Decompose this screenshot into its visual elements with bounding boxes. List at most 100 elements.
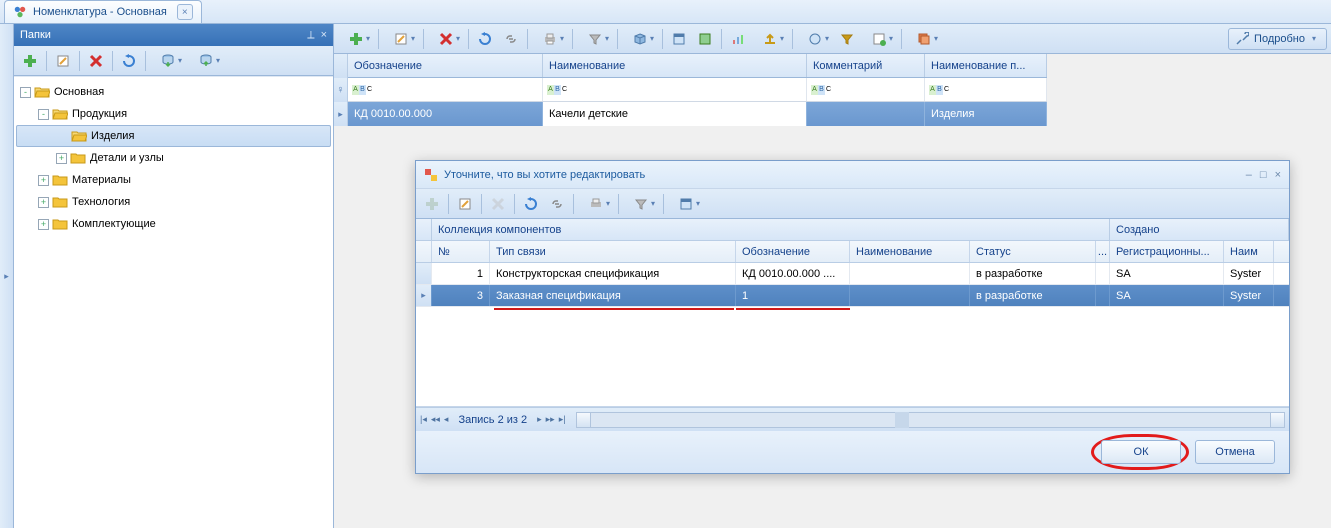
- tab-close-button[interactable]: ×: [177, 4, 193, 20]
- filter-c4[interactable]: ABC: [925, 78, 1047, 101]
- panel-close-icon[interactable]: ×: [321, 29, 327, 42]
- refresh-button[interactable]: [519, 192, 543, 216]
- tree-node-label: Изделия: [91, 130, 134, 142]
- col-reg[interactable]: Регистрационны...: [1110, 241, 1224, 262]
- add-button[interactable]: [338, 27, 374, 51]
- col-oboznachenie[interactable]: Обозначение: [348, 54, 543, 77]
- dialog-pager: |◂ ◂◂ ◂ Запись 2 из 2 ▸ ▸▸ ▸|: [416, 407, 1289, 431]
- panel-expand-left[interactable]: ▸: [0, 24, 14, 528]
- col-naimenovanie-p[interactable]: Наименование п...: [925, 54, 1047, 77]
- upload-button[interactable]: [752, 27, 788, 51]
- col-no[interactable]: №: [432, 241, 490, 262]
- scroll-right[interactable]: [1270, 413, 1284, 427]
- cell: 3: [432, 285, 490, 306]
- cell: в разработке: [970, 285, 1096, 306]
- cube-button[interactable]: [622, 27, 658, 51]
- dialog-icon: [424, 168, 438, 182]
- tree-node[interactable]: +Детали и узлы: [16, 147, 331, 169]
- row-indicator-header: [334, 54, 348, 78]
- col-naim[interactable]: Наименование: [850, 241, 970, 262]
- grid-filter-row: ABC ABC ABC ABC: [348, 78, 1047, 102]
- expand-toggle[interactable]: +: [38, 175, 49, 186]
- tree-node[interactable]: -Продукция: [16, 103, 331, 125]
- print-button[interactable]: [578, 192, 614, 216]
- refresh-button[interactable]: [473, 27, 497, 51]
- pager-next[interactable]: ▸: [537, 414, 542, 425]
- stack-button[interactable]: [906, 27, 942, 51]
- pager-last[interactable]: ▸|: [559, 414, 566, 425]
- tree-node[interactable]: +Комплектующие: [16, 213, 331, 235]
- dialog-titlebar: Уточните, что вы хотите редактировать – …: [416, 161, 1289, 189]
- expand-toggle[interactable]: +: [38, 219, 49, 230]
- cell: [1096, 285, 1110, 306]
- dialog-toolbar: [416, 189, 1289, 219]
- expand-toggle[interactable]: -: [20, 87, 31, 98]
- pager-prev[interactable]: ◂: [444, 414, 449, 425]
- col-status[interactable]: Статус: [970, 241, 1096, 262]
- cell: 1: [736, 285, 850, 306]
- cancel-button[interactable]: Отмена: [1195, 440, 1275, 464]
- expand-toggle[interactable]: +: [38, 197, 49, 208]
- tree-node[interactable]: Изделия: [16, 125, 331, 147]
- globe-button[interactable]: [797, 27, 833, 51]
- delete-button[interactable]: [428, 27, 464, 51]
- window-button[interactable]: [667, 27, 691, 51]
- pager-first[interactable]: |◂: [420, 414, 427, 425]
- dialog-row[interactable]: ▸3Заказная спецификация1в разработкеSASy…: [416, 285, 1289, 307]
- print-button[interactable]: [532, 27, 568, 51]
- chart-button[interactable]: [726, 27, 750, 51]
- scroll-left[interactable]: [577, 413, 591, 427]
- sheet-button[interactable]: [861, 27, 897, 51]
- col-type[interactable]: Тип связи: [490, 241, 736, 262]
- maximize-button[interactable]: □: [1260, 169, 1267, 181]
- close-button[interactable]: ×: [1275, 169, 1281, 181]
- col-kommentariy[interactable]: Комментарий: [807, 54, 925, 77]
- details-button[interactable]: Подробно: [1228, 28, 1327, 50]
- delete-button: [486, 192, 510, 216]
- ok-button[interactable]: ОК: [1101, 440, 1181, 464]
- edit-button[interactable]: [51, 49, 75, 73]
- filter-button[interactable]: [623, 192, 659, 216]
- tree-node[interactable]: +Материалы: [16, 169, 331, 191]
- pager-next-page[interactable]: ▸▸: [546, 414, 555, 425]
- expand-toggle[interactable]: +: [56, 153, 67, 164]
- tree-node[interactable]: +Технология: [16, 191, 331, 213]
- window-button[interactable]: [668, 192, 704, 216]
- add-button[interactable]: [18, 49, 42, 73]
- filter-c1[interactable]: ABC: [348, 78, 543, 101]
- puzzle-button[interactable]: [693, 27, 717, 51]
- col-dots[interactable]: ...: [1096, 241, 1110, 262]
- link-button[interactable]: [545, 192, 569, 216]
- col-naim2[interactable]: Наим: [1224, 241, 1274, 262]
- refresh-button[interactable]: [117, 49, 141, 73]
- pin-icon[interactable]: ⟂: [307, 29, 314, 42]
- folder-icon: [52, 173, 68, 187]
- filter2-button[interactable]: [835, 27, 859, 51]
- pager-prev-page[interactable]: ◂◂: [431, 414, 440, 425]
- main-toolbar: Подробно: [334, 24, 1331, 54]
- expand-toggle[interactable]: -: [38, 109, 49, 120]
- dialog-footer: ОК Отмена: [416, 431, 1289, 473]
- filter-c2[interactable]: ABC: [543, 78, 807, 101]
- add-button: [420, 192, 444, 216]
- edit-button[interactable]: [383, 27, 419, 51]
- delete-button[interactable]: [84, 49, 108, 73]
- filter-row-indicator: ♀: [334, 78, 348, 102]
- cell: Заказная спецификация: [490, 285, 736, 306]
- dialog-row[interactable]: 1Конструкторская спецификацияКД 0010.00.…: [416, 263, 1289, 285]
- db-down-button[interactable]: [150, 49, 186, 73]
- filter-c3[interactable]: ABC: [807, 78, 925, 101]
- horizontal-scrollbar[interactable]: [576, 412, 1285, 428]
- edit-button[interactable]: [453, 192, 477, 216]
- col-oboz[interactable]: Обозначение: [736, 241, 850, 262]
- edit-dialog: Уточните, что вы хотите редактировать – …: [415, 160, 1290, 474]
- filter-button[interactable]: [577, 27, 613, 51]
- db-up-button[interactable]: [188, 49, 224, 73]
- tree-node[interactable]: -Основная: [16, 81, 331, 103]
- grid-row[interactable]: КД 0010.00.000 Качели детские Изделия: [348, 102, 1047, 126]
- col-naimenovanie[interactable]: Наименование: [543, 54, 807, 77]
- minimize-button[interactable]: –: [1246, 169, 1252, 181]
- document-tab[interactable]: Номенклатура - Основная ×: [4, 0, 202, 23]
- cell-oboz: КД 0010.00.000: [348, 102, 543, 126]
- link-button[interactable]: [499, 27, 523, 51]
